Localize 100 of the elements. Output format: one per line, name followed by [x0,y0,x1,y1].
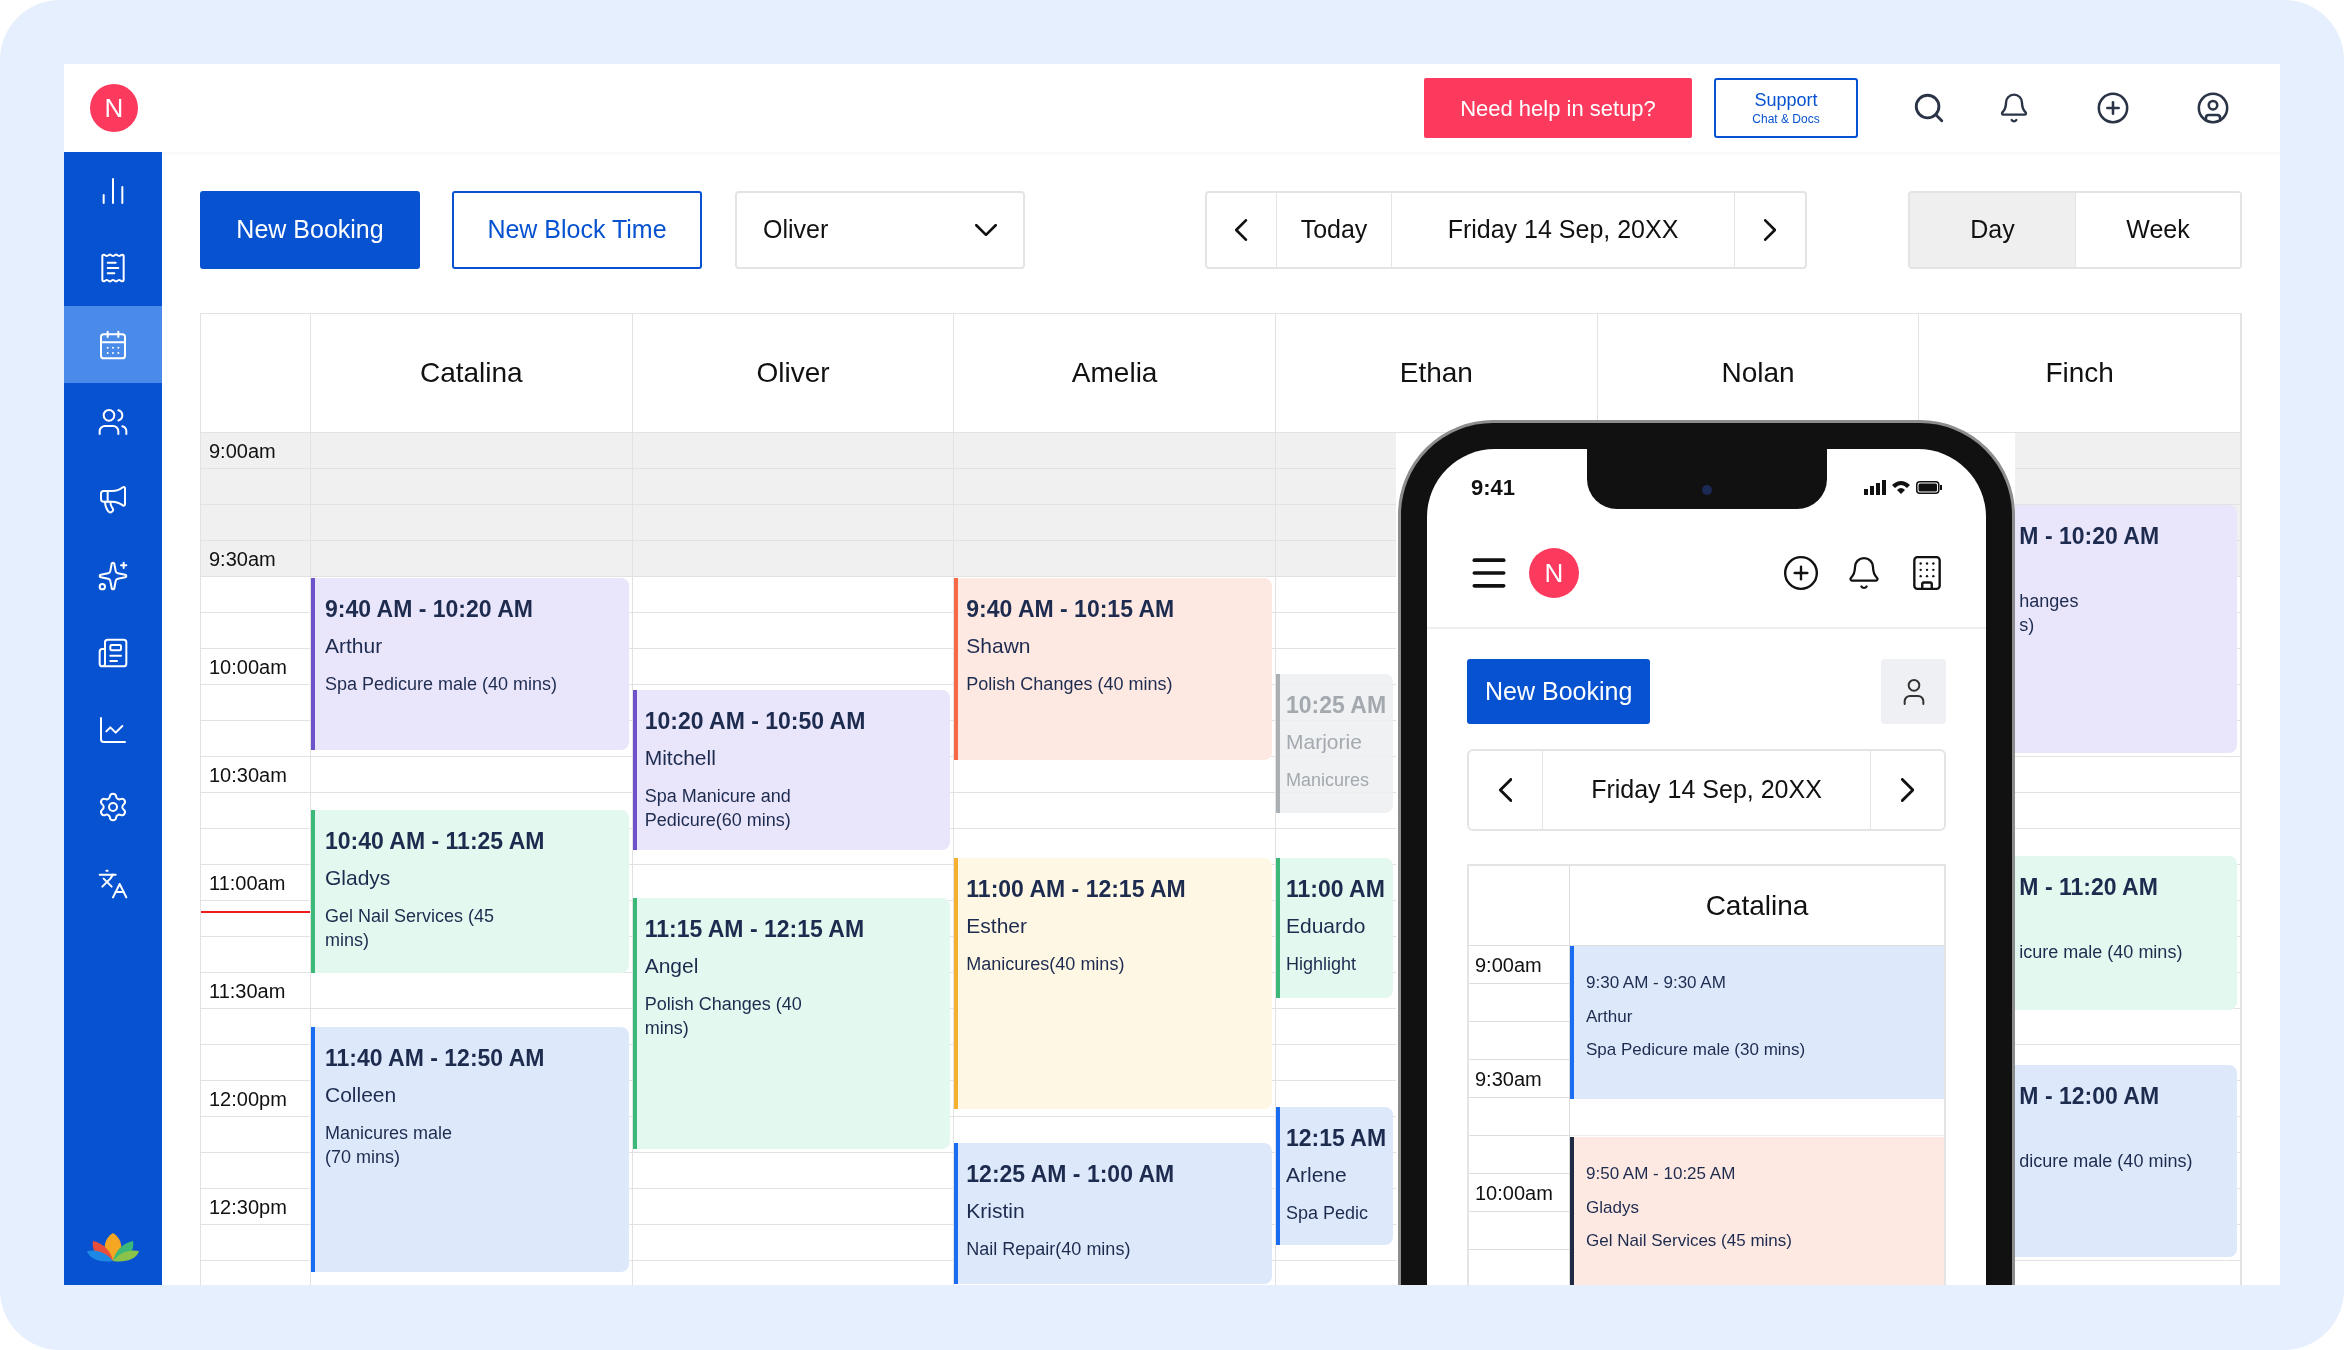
appointment-time: 9:40 AM - 10:20 AM [325,595,534,624]
date-label: Friday 14 Sep, 20XX [1590,774,1823,806]
service-name: Manicures [1286,769,1370,792]
appointment-time: 10:25 AM [1286,691,1388,720]
time-label: 11:00am [209,870,286,896]
help-button[interactable]: Need help in setup? [1424,78,1692,138]
service-name: Pedicure(60 mins) [644,809,792,832]
chevron-right-icon [1900,778,1915,802]
service-name: Polish Changes (40 mins) [966,673,1174,696]
status-time: 9:41 [1471,473,1516,502]
appointment-card[interactable]: 11:00 AM Eduardo Highlight [1276,858,1393,998]
client-name: Arlene [1286,1162,1348,1188]
appointment-time: M - 12:00 AM [2019,1082,2161,1111]
column-header: Amelia [1071,356,1158,390]
translate-icon [97,867,129,900]
account-icon[interactable] [2196,91,2230,125]
service-name: mins) [325,929,370,952]
staff-dropdown[interactable]: Oliver [735,191,1025,269]
service-name: dicure male (40 mins) [2019,1150,2194,1173]
camera-icon [1702,485,1712,495]
appointment-time: 10:40 AM - 11:25 AM [325,827,546,856]
today-button[interactable]: Today [1277,193,1392,267]
service-name: mins) [644,1017,690,1040]
date-label: Friday 14 Sep, 20XX [1392,193,1735,267]
client-name: Shawn [966,633,1032,659]
time-label: 9:30am [1475,1066,1542,1092]
appointment-time: 9:50 AM - 10:25 AM [1586,1163,1737,1185]
appointment-time: 12:25 AM - 1:00 AM [966,1160,1176,1189]
column-header: Catalina [419,356,523,390]
signal-icon [1864,479,1886,495]
appointment-time: 11:15 AM - 12:15 AM [644,915,866,944]
add-icon[interactable] [2096,91,2130,125]
appointment-card[interactable]: 11:15 AM - 12:15 AM Angel Polish Changes (40 mins) [632,898,951,1149]
appointment-card[interactable]: M - 10:20 AM hanges s) [2015,505,2237,753]
new-booking-button[interactable]: New Booking [200,191,420,269]
appointment-card[interactable]: M - 11:20 AM icure male (40 mins) [2015,856,2237,1010]
time-label: 10:00am [1475,1180,1553,1206]
column-header: Oliver [756,356,830,390]
appointment-time: 12:15 AM [1286,1124,1388,1153]
client-name: Arthur [1586,1005,1634,1028]
bell-icon[interactable] [1998,92,2030,124]
view-tab[interactable]: Week [2075,193,2240,267]
client-name: Esther [966,913,1029,939]
appointment-time: M - 11:20 AM [2019,873,2159,902]
appointment-card[interactable]: M - 12:00 AM dicure male (40 mins) [2015,1065,2237,1257]
appointment-card[interactable]: 11:00 AM - 12:15 AM Esther Manicures(40 mins) [954,858,1272,1109]
appointment-card[interactable]: 10:40 AM - 11:25 AM Gladys Gel Nail Services (45 mins) [311,810,629,973]
appointment-card[interactable]: 11:40 AM - 12:50 AM Colleen Manicures male (70 mins) [311,1027,629,1272]
chevron-left-icon [1498,778,1513,802]
appointment-card[interactable]: 9:40 AM - 10:20 AM Arthur Spa Pedicure male (40 mins) [311,578,629,750]
appointment-time: 11:40 AM - 12:50 AM [325,1044,546,1073]
appointment-card[interactable]: 12:15 AM Arlene Spa Pedic [1276,1107,1393,1245]
service-name: Spa Pedicure male (30 mins) [1586,1039,1807,1061]
appointment-card[interactable]: 9:50 AM - 10:25 AM Gladys Gel Nail Services (45 mins) [1570,1137,1944,1285]
service-name: Spa Manicure and [644,785,792,808]
client-name: Gladys [1586,1196,1640,1219]
sidebar-item[interactable] [64,306,162,383]
appointment-card[interactable]: 9:30 AM - 9:30 AM Arthur Spa Pedicure male (30 mins) [1570,946,1944,1099]
service-name: (70 mins) [325,1146,401,1169]
time-label: 12:00pm [209,1086,287,1112]
calendar-icon [97,328,129,361]
chevron-right-icon [1763,219,1777,241]
appointment-card[interactable]: 10:20 AM - 10:50 AM Mitchell Spa Manicure and Pedicure(60 mins) [632,690,951,850]
service-name: Spa Pedic [1286,1202,1370,1225]
appointment-card[interactable]: 9:40 AM - 10:15 AM Shawn Polish Changes (40 mins) [954,578,1272,760]
service-name: Manicures male [325,1122,454,1145]
appointment-time: 11:00 AM [1286,875,1386,904]
bell-icon[interactable] [1846,555,1882,591]
list-document-icon [97,636,129,669]
add-icon[interactable] [1782,554,1820,592]
client-name: Arthur [325,633,384,659]
service-name: Nail Repair(40 mins) [966,1238,1132,1261]
client-name: Gladys [325,865,392,891]
client-name: Marjorie [1286,729,1363,755]
service-name: Spa Pedicure male (40 mins) [325,673,559,696]
service-name: Highlight [1286,953,1358,976]
time-label: 9:30am [209,546,276,572]
time-label: 10:30am [209,762,287,788]
staff-filter-button[interactable] [1881,659,1946,724]
column-header: Finch [2045,356,2114,390]
new-booking-button[interactable]: New Booking [1467,659,1651,724]
search-icon[interactable] [1912,91,1946,125]
appointment-time: 9:30 AM - 9:30 AM [1586,972,1727,994]
column-header: Nolan [1721,356,1795,390]
client-name: Eduardo [1286,913,1367,939]
service-name: s) [2019,614,2036,637]
view-tab[interactable]: Day [1910,193,2075,267]
service-name: hanges [2019,590,2080,613]
appointment-card[interactable]: 12:25 AM - 1:00 AM Kristin Nail Repair(40 mins) [954,1143,1272,1284]
time-label: 10:00am [209,654,287,680]
new-block-time-button[interactable]: New Block Time [452,191,702,269]
chevron-left-icon [1235,219,1248,241]
column-header: Ethan [1399,356,1473,390]
service-name: Gel Nail Services (45 [325,905,496,928]
appointment-time: M - 10:20 AM [2019,522,2161,551]
service-name: Manicures(40 mins) [966,953,1126,976]
time-label: 9:00am [1475,952,1542,978]
column-header: Catalina [1704,888,1810,923]
support-button[interactable]: Support Chat & Docs [1714,78,1858,138]
appointment-time: 10:20 AM - 10:50 AM [644,707,867,736]
